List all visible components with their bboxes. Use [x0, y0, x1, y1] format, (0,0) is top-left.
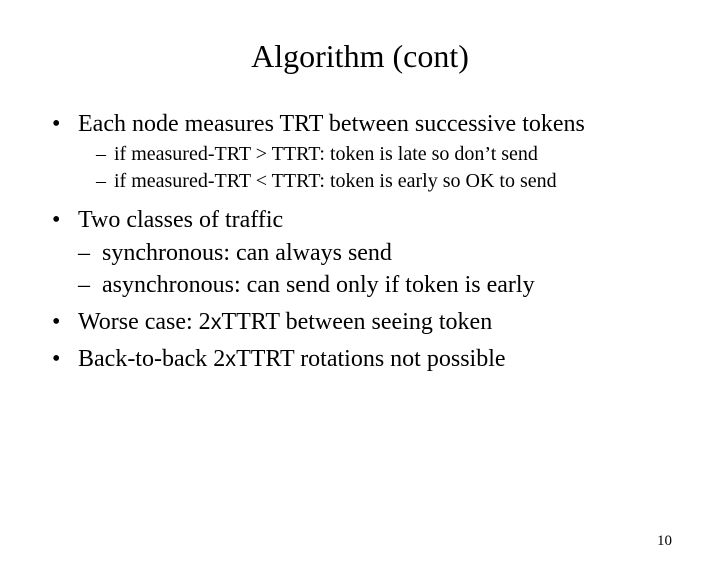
bullet-list: Each node measures TRT between successiv… — [52, 109, 680, 375]
bullet-text-part: Worse case: 2 — [78, 309, 211, 335]
bullet-text-part: TTRT between seeing token — [221, 309, 492, 335]
bullet-text: Each node measures TRT between successiv… — [78, 111, 585, 137]
sub-list: if measured-TRT > TTRT: token is late so… — [96, 142, 680, 195]
bullet-text: Two classes of traffic — [78, 207, 283, 233]
sub-item: if measured-TRT < TTRT: token is early s… — [96, 169, 680, 195]
multiply-x: x — [211, 309, 222, 334]
slide-title: Algorithm (cont) — [0, 38, 720, 75]
sub-text: asynchronous: can send only if token is … — [102, 272, 535, 298]
sub-item: if measured-TRT > TTRT: token is late so… — [96, 142, 680, 168]
bullet-item: Two classes of traffic synchronous: can … — [52, 205, 680, 301]
sub-list: synchronous: can always send asynchronou… — [78, 238, 680, 301]
bullet-item: Back-to-back 2xTTRT rotations not possib… — [52, 344, 680, 375]
bullet-item: Each node measures TRT between successiv… — [52, 109, 680, 195]
bullet-text-part: TTRT rotations not possible — [236, 346, 505, 372]
multiply-x: x — [225, 346, 236, 371]
bullet-item: Worse case: 2xTTRT between seeing token — [52, 307, 680, 338]
page-number: 10 — [657, 533, 672, 550]
sub-item: synchronous: can always send — [78, 238, 680, 269]
slide: Algorithm (cont) Each node measures TRT … — [0, 38, 720, 578]
sub-text: synchronous: can always send — [102, 240, 392, 266]
sub-item: asynchronous: can send only if token is … — [78, 270, 680, 301]
sub-text: if measured-TRT > TTRT: token is late so… — [114, 143, 538, 165]
sub-text: if measured-TRT < TTRT: token is early s… — [114, 170, 557, 192]
bullet-text-part: Back-to-back 2 — [78, 346, 225, 372]
slide-body: Each node measures TRT between successiv… — [52, 109, 680, 375]
